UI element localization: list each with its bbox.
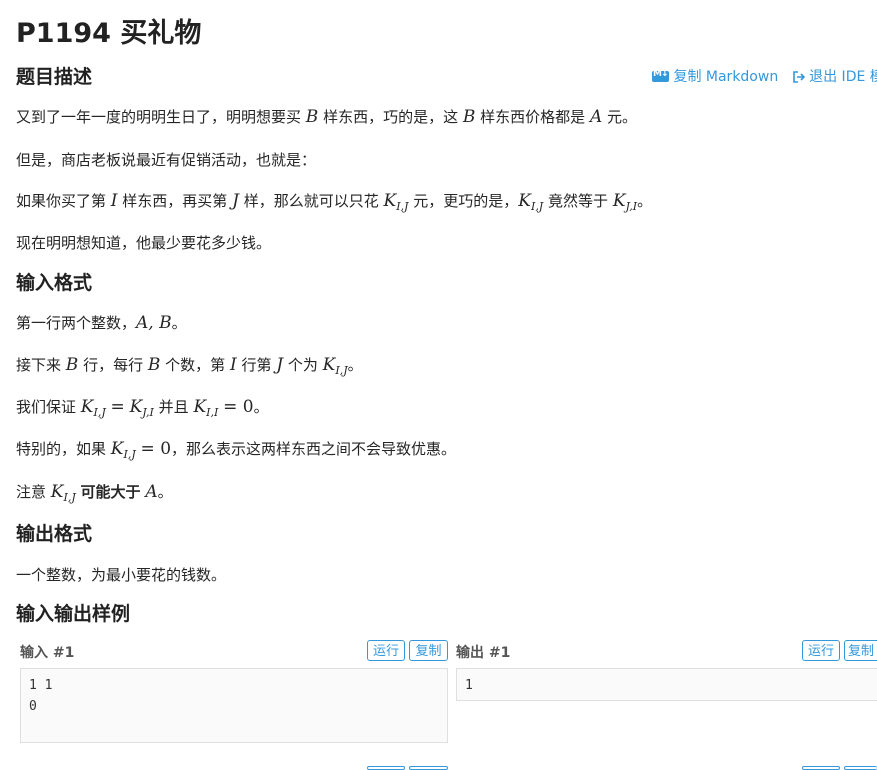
section-title-output-format: 输出格式 (16, 523, 93, 545)
sample-input-code: 1 1 0 (20, 668, 448, 743)
copy-output-button[interactable]: 复制 (844, 640, 877, 661)
copy-input-button-2[interactable] (409, 766, 448, 770)
input-paragraph-1: 第一行两个整数，A, B。 (16, 313, 187, 333)
desc-paragraph-1: 又到了一年一度的明明生日了，明明想要买 B 样东西，巧的是，这 B 样东西价格都… (16, 107, 638, 127)
top-toolbar: 复制 Markdown 退出 IDE 模式 (652, 66, 877, 86)
input-paragraph-3: 我们保证 KI,J = KJ,I 并且 KI,I = 0。 (16, 397, 269, 419)
desc-paragraph-3: 如果你买了第 I 样东西，再买第 J 样，那么就可以只花 KI,J 元，更巧的是… (16, 191, 653, 213)
copy-input-button[interactable]: 复制 (409, 640, 448, 661)
run-input-button[interactable]: 运行 (367, 640, 405, 661)
exit-icon (792, 71, 805, 83)
input-paragraph-5: 注意 KI,J 可能大于 A。 (16, 482, 173, 504)
output-paragraph-1: 一个整数，为最小要花的钱数。 (16, 566, 227, 584)
desc-paragraph-4: 现在明明想知道，他最少要花多少钱。 (16, 234, 272, 252)
input-paragraph-2: 接下来 B 行，每行 B 个数，第 I 行第 J 个为 KI,J。 (16, 355, 363, 377)
section-title-description: 题目描述 (16, 66, 93, 88)
markdown-icon (652, 69, 669, 82)
copy-markdown-label: 复制 Markdown (673, 69, 779, 85)
exit-ide-label: 退出 IDE 模式 (809, 69, 877, 85)
run-output-button-2[interactable] (802, 766, 840, 770)
copy-markdown-link[interactable]: 复制 Markdown (652, 69, 783, 85)
run-output-button[interactable]: 运行 (802, 640, 840, 661)
sample-input-label: 输入 #1 (20, 645, 75, 661)
run-input-button-2[interactable] (367, 766, 405, 770)
sample-output-label: 输出 #1 (456, 645, 511, 661)
desc-paragraph-2: 但是，商店老板说最近有促销活动，也就是： (16, 151, 317, 169)
section-title-input-format: 输入格式 (16, 272, 93, 294)
copy-output-button-2[interactable] (844, 766, 877, 770)
section-title-samples: 输入输出样例 (16, 603, 131, 625)
page-title: P1194 买礼物 (16, 18, 202, 49)
sample-output-code: 1 (456, 668, 877, 701)
input-paragraph-4: 特别的，如果 KI,J = 0，那么表示这两样东西之间不会导致优惠。 (16, 439, 457, 461)
exit-ide-link[interactable]: 退出 IDE 模式 (792, 69, 877, 85)
